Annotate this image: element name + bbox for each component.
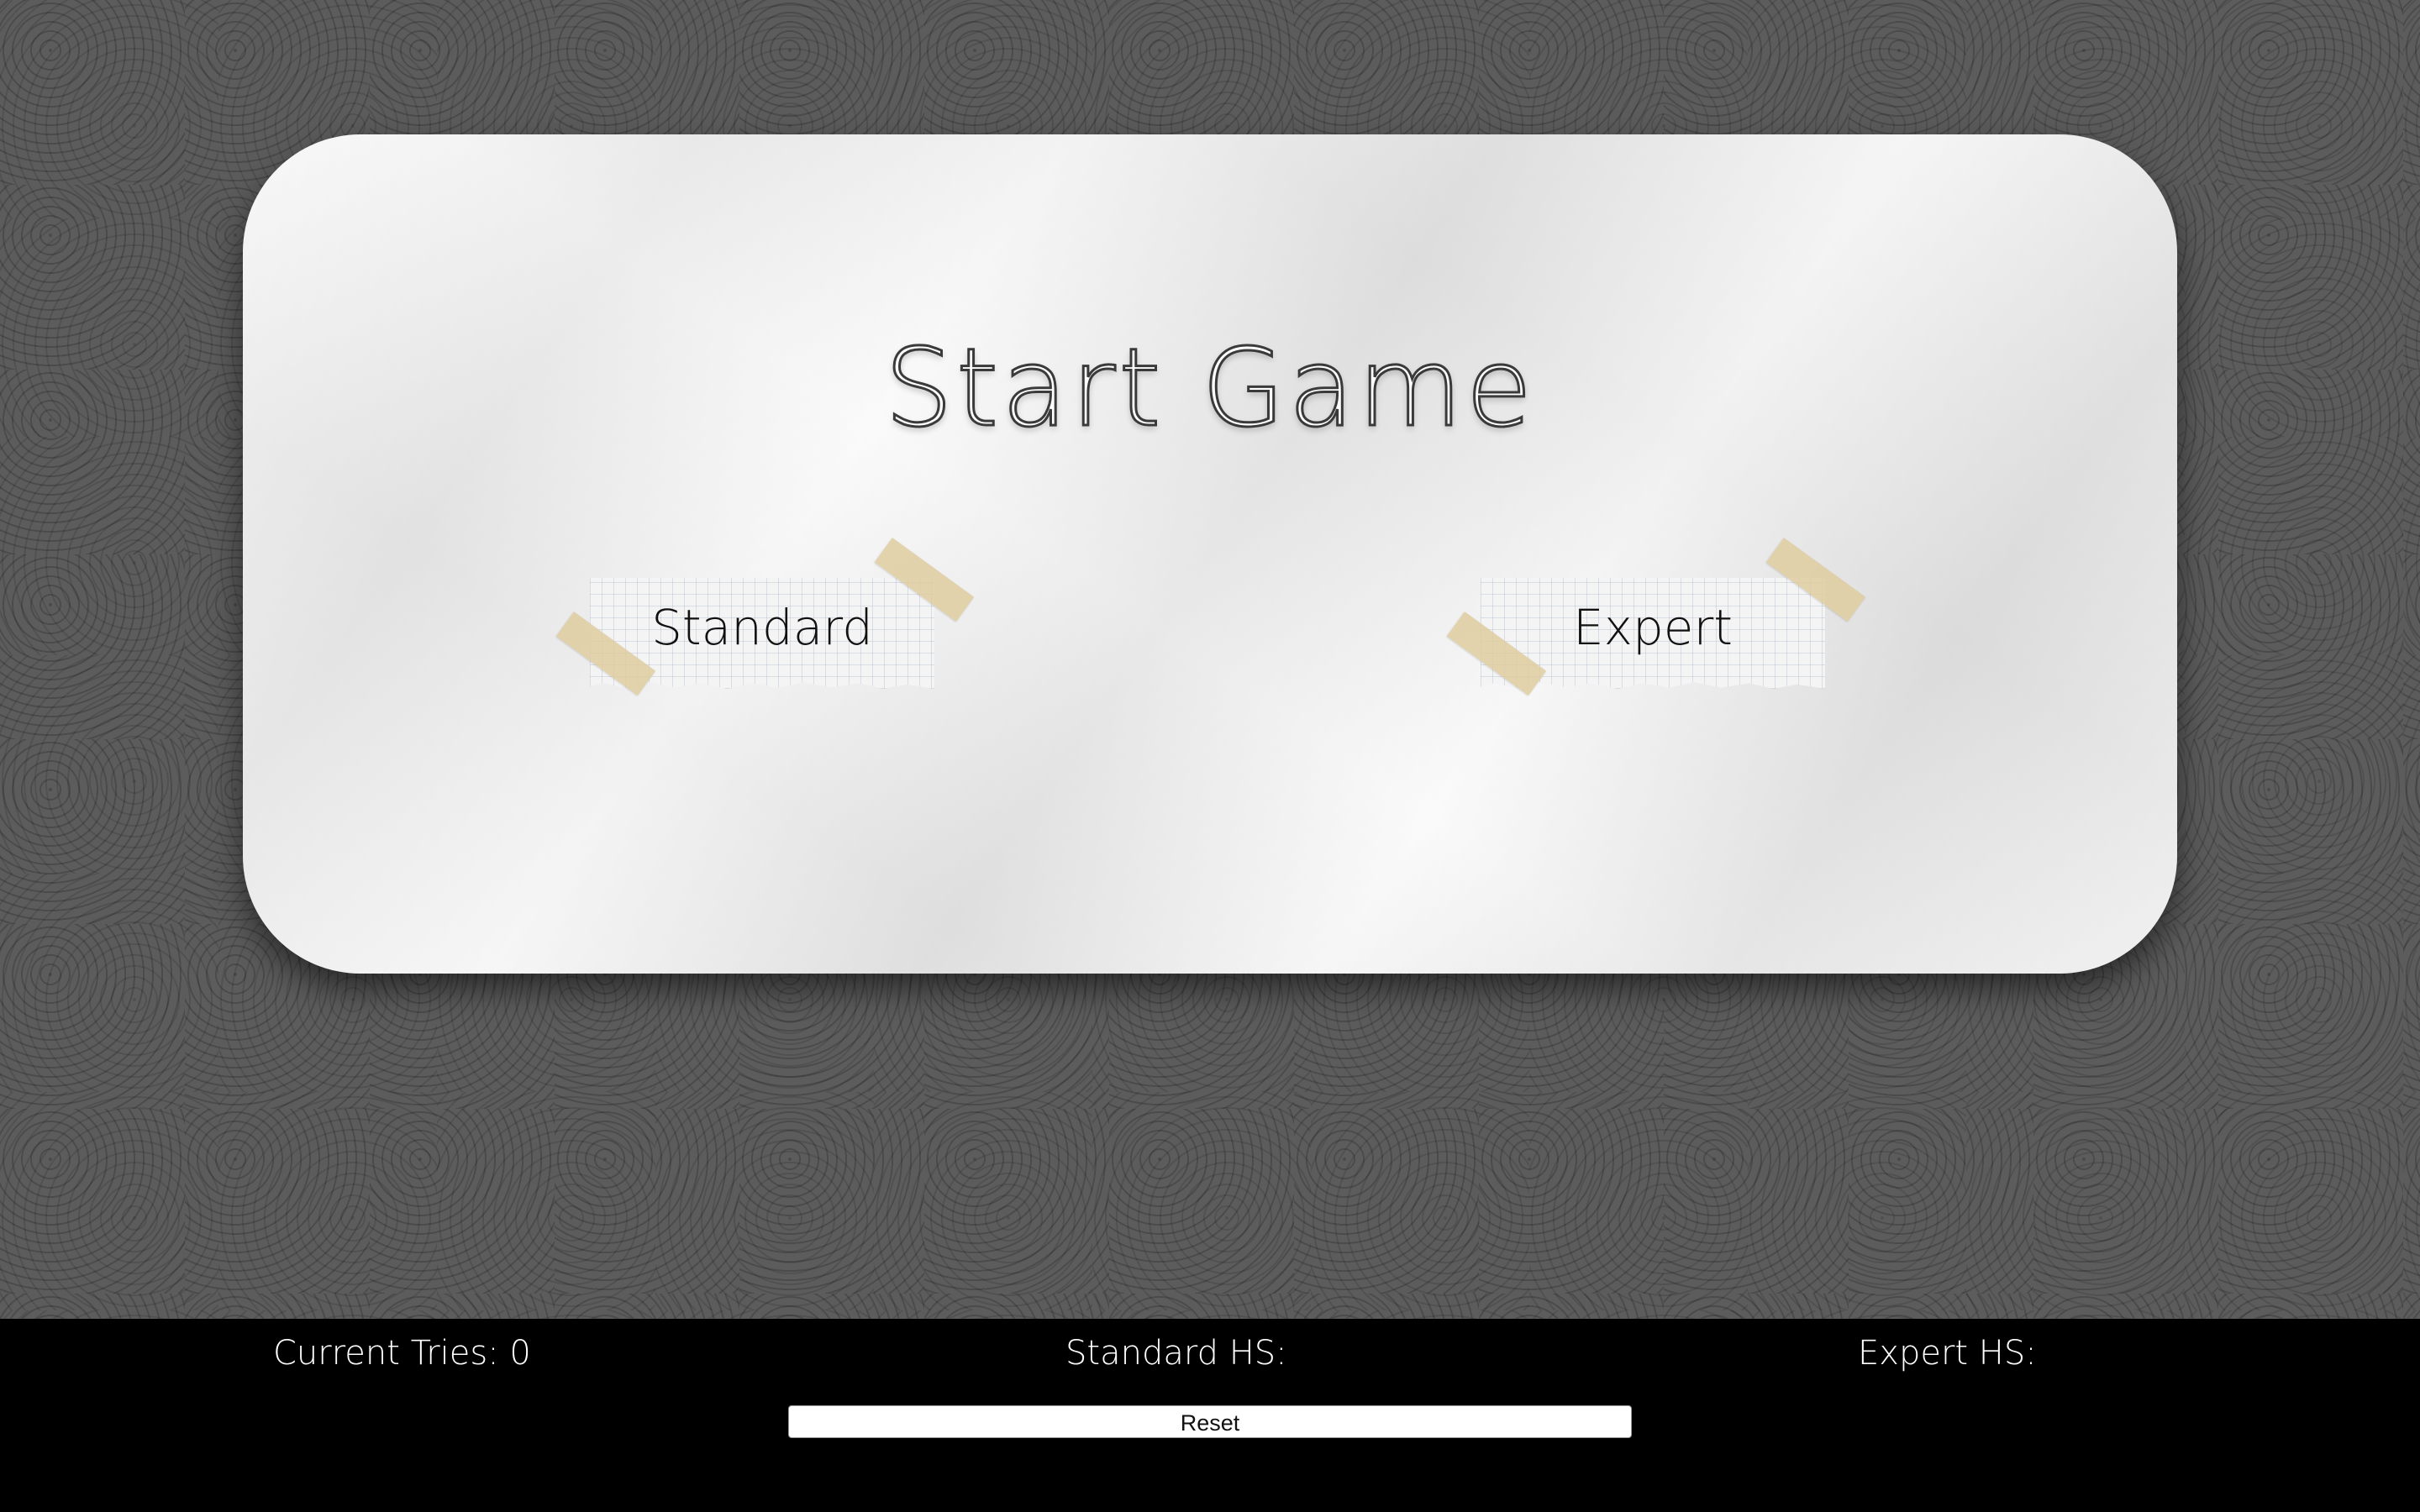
start-game-panel [243, 134, 2177, 974]
reset-button[interactable]: Reset [788, 1405, 1632, 1438]
expert-hs-label: Expert HS: [1858, 1334, 2037, 1373]
current-tries-label: Current Tries: [273, 1334, 499, 1373]
standard-hs-label: Standard HS: [1065, 1334, 1287, 1373]
current-tries: Current Tries: 0 [273, 1334, 531, 1373]
current-tries-value: 0 [509, 1334, 531, 1373]
standard-high-score: Standard HS: [1065, 1334, 1287, 1373]
start-game-title: Start Game [883, 325, 1536, 453]
expert-high-score: Expert HS: [1858, 1334, 2037, 1373]
